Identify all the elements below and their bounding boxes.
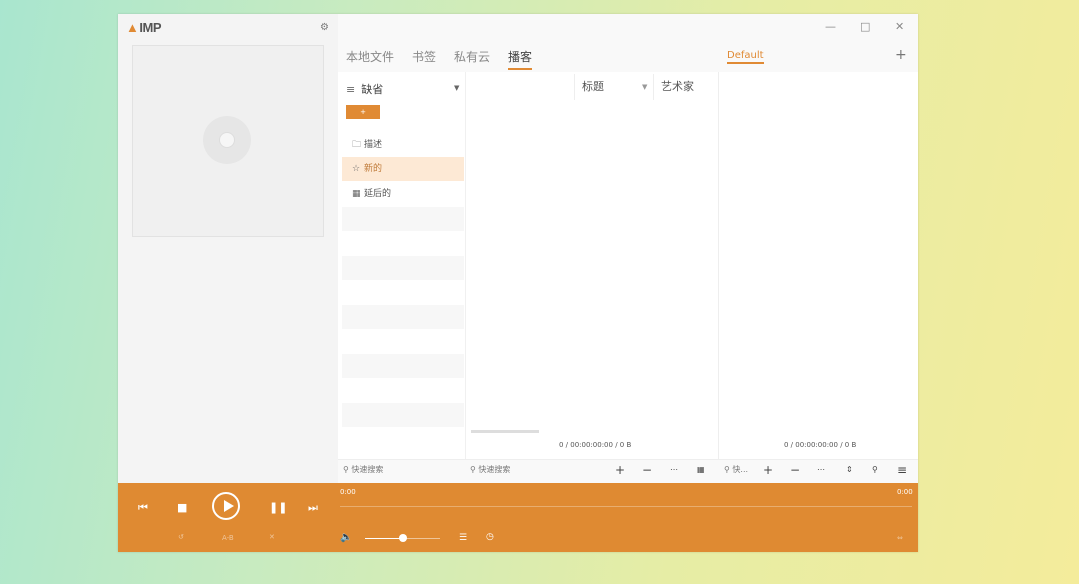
list-row: [342, 207, 464, 231]
add-button[interactable]: +: [615, 460, 625, 480]
play-button[interactable]: [212, 492, 240, 520]
left-bottom: [118, 459, 338, 483]
column-separator: [653, 74, 654, 100]
column-header-artist[interactable]: 艺术家: [661, 72, 694, 102]
nav-item-new[interactable]: ☆ 新的: [342, 157, 464, 181]
column-header-title[interactable]: 标题: [582, 72, 604, 102]
playlist-tab-default[interactable]: Default: [727, 50, 764, 64]
search-middle[interactable]: ⚲ 快速搜索: [470, 464, 510, 475]
player-bar: ⏮ ■ ❚❚ ⏭ ↺ A-B ✕ 0:00 0:00 🔈 ☰ ◷ ⇔: [118, 483, 918, 552]
tab-private-cloud[interactable]: 私有云: [454, 48, 490, 70]
podcast-header[interactable]: ≡ 缺省: [346, 81, 383, 97]
podcast-counter: 0 / 00:00:00:00 / 0 B: [559, 441, 632, 449]
volume-knob[interactable]: [399, 534, 407, 542]
volume-fill: [365, 538, 403, 539]
chevron-down-icon[interactable]: ▼: [454, 84, 459, 92]
search-icon: ⚲: [724, 465, 730, 474]
nav-item-description[interactable]: 🗀 描述: [342, 133, 464, 157]
search-right[interactable]: ⚲ 快...: [724, 464, 748, 475]
playlist-counter: 0 / 00:00:00:00 / 0 B: [784, 441, 857, 449]
volume-icon[interactable]: 🔈: [340, 532, 352, 543]
tab-local-files[interactable]: 本地文件: [346, 48, 394, 70]
tab-bookmarks[interactable]: 书签: [412, 48, 436, 70]
main-tabs: 本地文件 书签 私有云 播客: [346, 48, 533, 70]
stop-icon[interactable]: ■: [177, 501, 187, 514]
total-time: 0:00: [897, 488, 913, 496]
close-button[interactable]: ✕: [895, 20, 904, 33]
timer-icon[interactable]: ◷: [486, 532, 494, 542]
menu-icon: ≡: [346, 83, 356, 96]
grid-icon[interactable]: ▦: [697, 460, 705, 480]
star-icon: ☆: [352, 164, 361, 174]
disc-icon: [203, 116, 251, 164]
list-row: [342, 256, 464, 280]
list-row: [342, 305, 464, 329]
tab-podcast[interactable]: 播客: [508, 48, 533, 70]
maximize-button[interactable]: □: [860, 20, 870, 33]
settings-gear-icon[interactable]: ⚙: [320, 22, 329, 33]
visualizer-icon[interactable]: ⇔: [897, 534, 903, 542]
ab-repeat-button[interactable]: A-B: [222, 534, 234, 542]
folder-icon: 🗀: [352, 140, 362, 150]
repeat-icon[interactable]: ↺: [178, 533, 184, 541]
list-row: [342, 354, 464, 378]
nav-item-postponed[interactable]: ▦ 延后的: [342, 182, 464, 206]
remove-track-button[interactable]: −: [790, 460, 800, 480]
horizontal-scrollbar[interactable]: [471, 430, 539, 433]
app-logo: ▲IMP: [126, 20, 161, 35]
remove-button[interactable]: −: [642, 460, 652, 480]
previous-icon[interactable]: ⏮: [138, 501, 148, 515]
podcast-panel: ≡ 缺省 ▼ + 🗀 描述 ☆ 新的 ▦ 延后的: [338, 72, 466, 459]
album-art: [132, 45, 324, 237]
menu-icon[interactable]: ≡: [897, 460, 907, 480]
minimize-button[interactable]: —: [825, 20, 836, 33]
sort-icon[interactable]: ⇕: [846, 460, 853, 480]
search-icon[interactable]: ⚲: [872, 460, 878, 480]
equalizer-icon[interactable]: ☰: [459, 533, 467, 543]
search-icon: ⚲: [470, 465, 476, 474]
playlist-panel: [718, 72, 919, 459]
bottom-toolbar: [338, 459, 918, 484]
shuffle-icon[interactable]: ✕: [269, 533, 275, 541]
add-playlist-icon[interactable]: +: [895, 47, 907, 63]
list-row: [342, 403, 464, 427]
aimp-window: ▲IMP ⚙ 本地文件 书签 私有云 播客 — □ ✕ Default + ≡ 缺…: [118, 14, 918, 552]
column-separator: [574, 74, 575, 100]
sort-icon[interactable]: ▼: [642, 72, 647, 102]
more-icon[interactable]: ⋯: [817, 460, 825, 480]
add-track-button[interactable]: +: [763, 460, 773, 480]
search-icon: ⚲: [343, 465, 349, 474]
calendar-icon: ▦: [352, 189, 361, 199]
next-icon[interactable]: ⏭: [308, 501, 318, 515]
volume-slider[interactable]: [365, 534, 440, 542]
more-icon[interactable]: ⋯: [670, 460, 678, 480]
search-left[interactable]: ⚲ 快速搜索: [343, 464, 383, 475]
add-podcast-button[interactable]: +: [346, 105, 380, 119]
seek-bar[interactable]: [340, 506, 912, 507]
current-time: 0:00: [340, 488, 356, 496]
left-panel: ▲IMP ⚙: [118, 14, 338, 483]
pause-icon[interactable]: ❚❚: [269, 501, 287, 514]
